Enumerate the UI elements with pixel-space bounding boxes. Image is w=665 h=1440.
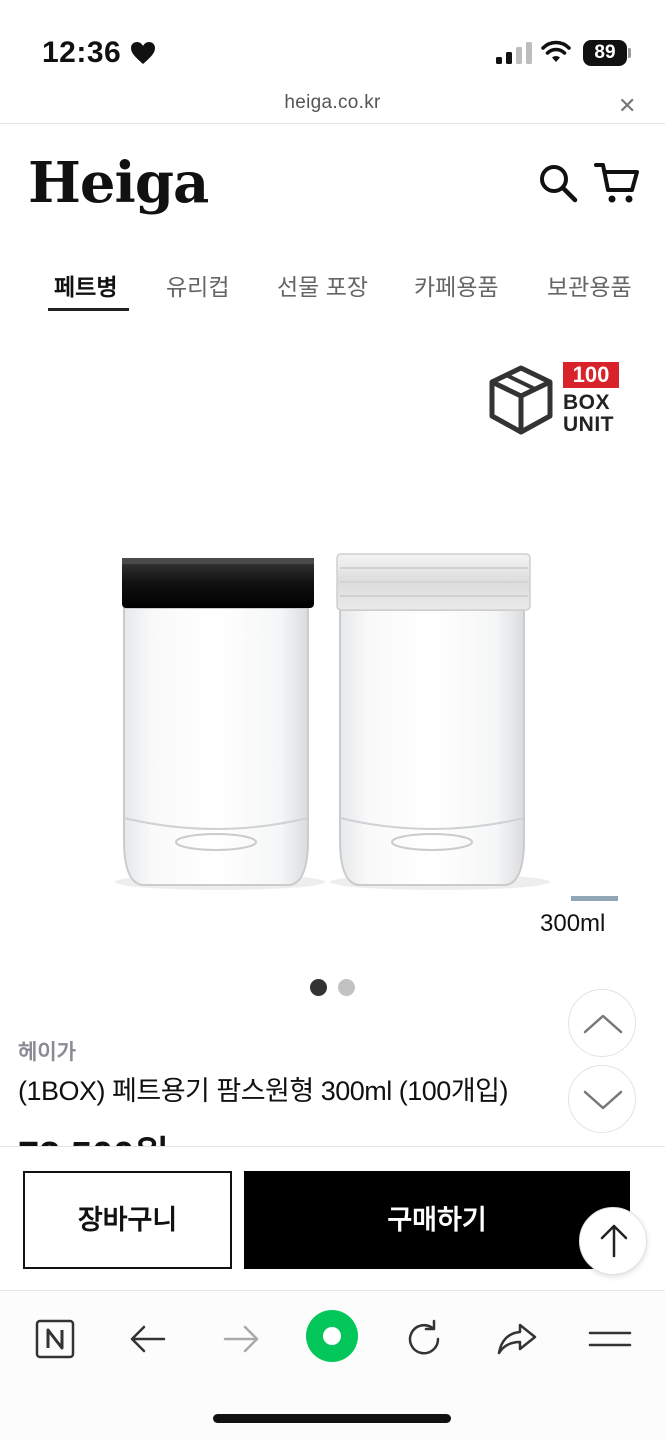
add-to-cart-button[interactable]: 장바구니 bbox=[23, 1171, 232, 1269]
status-bar: 12:36 89 bbox=[0, 0, 665, 90]
arrow-up-icon bbox=[600, 1224, 628, 1258]
chevron-down-icon bbox=[583, 1090, 623, 1110]
url-text[interactable]: heiga.co.kr bbox=[0, 92, 665, 114]
chevron-up-icon bbox=[583, 1014, 623, 1034]
heart-icon bbox=[131, 42, 155, 64]
product-photo bbox=[115, 553, 550, 890]
menu-icon[interactable] bbox=[588, 1317, 632, 1361]
site-logo[interactable]: Heiga bbox=[28, 150, 209, 216]
size-label: 300ml bbox=[540, 910, 606, 937]
size-indicator-bar bbox=[571, 896, 618, 901]
tab-gift-wrap[interactable]: 선물 포장 bbox=[277, 268, 368, 302]
box-unit-badge: 100 BOX UNIT bbox=[488, 360, 620, 438]
tab-pet-bottle[interactable]: 페트병 bbox=[54, 268, 117, 302]
tab-cafe-supplies[interactable]: 카페용품 bbox=[414, 268, 499, 302]
carousel-dot[interactable] bbox=[338, 979, 355, 996]
browser-url-bar[interactable]: heiga.co.kr ✕ bbox=[0, 88, 665, 124]
scroll-up-button[interactable] bbox=[568, 989, 636, 1057]
badge-line-box: BOX bbox=[563, 391, 611, 414]
search-icon[interactable] bbox=[537, 162, 579, 204]
box-icon bbox=[489, 365, 553, 435]
scroll-to-top-button[interactable] bbox=[579, 1207, 647, 1275]
battery-level: 89 bbox=[583, 40, 627, 66]
close-icon[interactable]: ✕ bbox=[618, 93, 636, 119]
refresh-icon[interactable] bbox=[402, 1317, 446, 1361]
buy-now-button[interactable]: 구매하기 bbox=[244, 1171, 630, 1269]
cellular-signal-icon bbox=[496, 42, 532, 64]
carousel-dot-active[interactable] bbox=[310, 979, 327, 996]
tab-storage-supplies[interactable]: 보관용품 bbox=[547, 268, 632, 302]
battery-icon: 89 bbox=[583, 40, 631, 66]
share-icon[interactable] bbox=[495, 1317, 539, 1361]
category-tabs: 페트병 유리컵 선물 포장 카페용품 보관용품 bbox=[0, 268, 665, 314]
tab-glass-cup[interactable]: 유리컵 bbox=[166, 268, 229, 302]
status-time: 12:36 bbox=[42, 36, 122, 69]
back-icon[interactable] bbox=[126, 1317, 170, 1361]
green-dot-icon[interactable] bbox=[305, 1309, 359, 1363]
forward-icon[interactable] bbox=[219, 1317, 263, 1361]
naver-icon[interactable] bbox=[33, 1317, 77, 1361]
scroll-down-button[interactable] bbox=[568, 1065, 636, 1133]
wifi-icon bbox=[541, 40, 571, 62]
product-title: (1BOX) 페트용기 팜스원형 300ml (100개입) bbox=[18, 1076, 509, 1106]
brand-name[interactable]: 헤이가 bbox=[18, 1036, 76, 1066]
badge-line-unit: UNIT bbox=[563, 413, 614, 436]
purchase-action-bar: 장바구니 구매하기 bbox=[0, 1146, 665, 1290]
home-indicator bbox=[213, 1414, 451, 1423]
carousel-dots bbox=[310, 979, 366, 997]
cart-icon[interactable] bbox=[594, 160, 640, 206]
active-tab-indicator bbox=[48, 308, 129, 311]
badge-number: 100 bbox=[563, 362, 619, 388]
